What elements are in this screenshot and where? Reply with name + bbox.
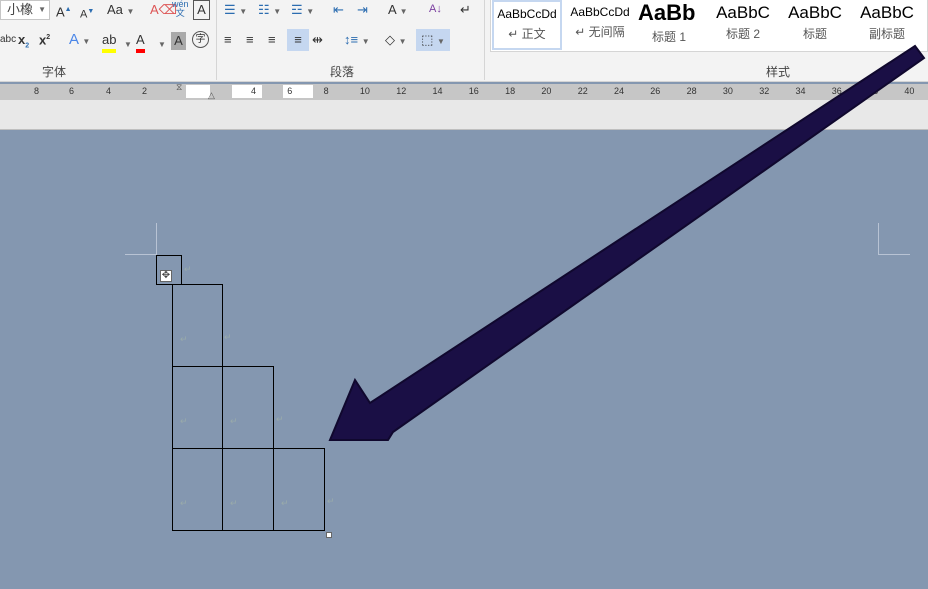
arrow-shape: [328, 44, 926, 441]
annotation-arrow: [328, 44, 926, 441]
